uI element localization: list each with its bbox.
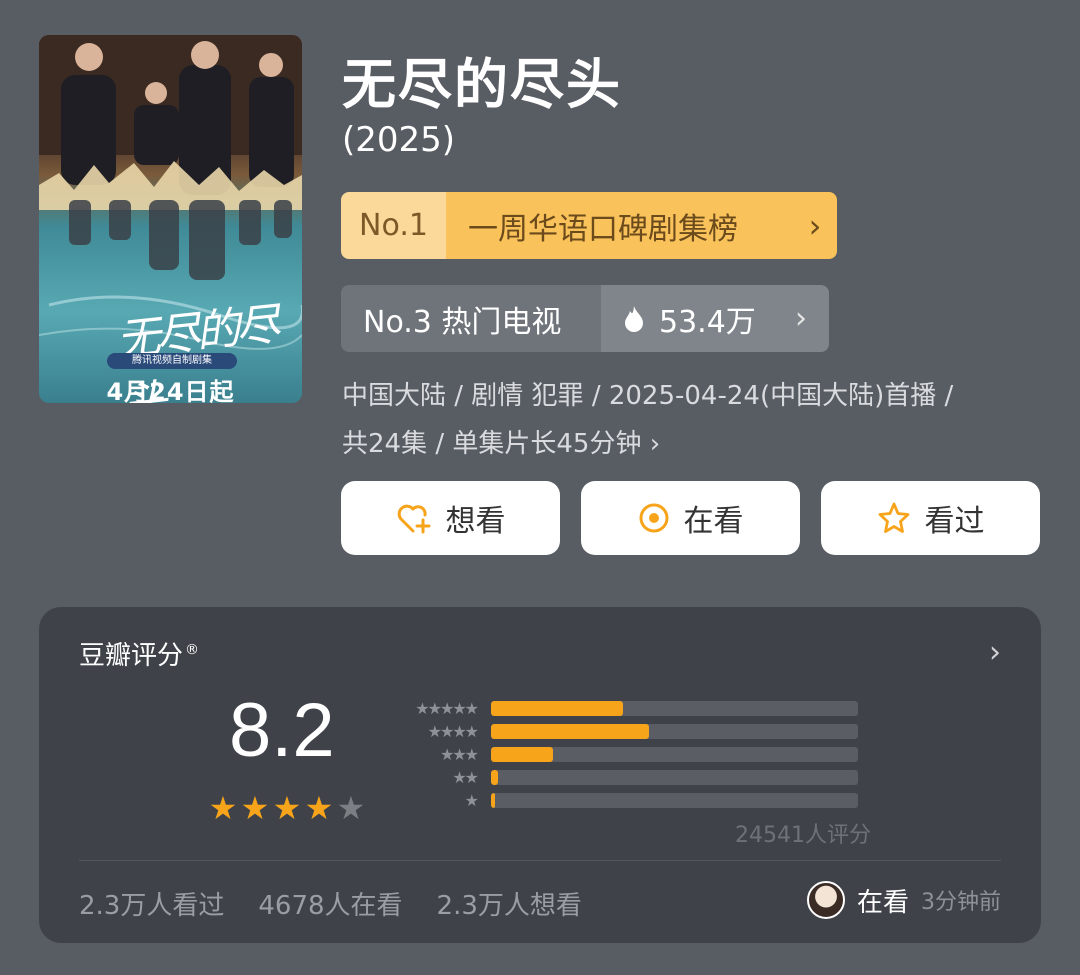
chevron-right-icon: › (793, 192, 837, 259)
popular-rank-label: No.3 热门电视 (341, 285, 601, 352)
watch-stats: 2.3万人看过 4678人在看 2.3万人想看 (79, 885, 582, 922)
chevron-right-icon[interactable]: › (989, 635, 1001, 670)
poster-image[interactable]: 无尽的尽头 腾讯视频自制剧集 4月24日起 (39, 35, 302, 403)
meta-line-1: 中国大陆 / 剧情 犯罪 / 2025-04-24(中国大陆)首播 / (342, 381, 954, 411)
friend-activity[interactable]: 在看 3分钟前 (806, 881, 1001, 919)
rating-bar-track (491, 770, 858, 785)
star-filled-icon: ★ (304, 789, 334, 827)
star-filled-icon: ★ (272, 789, 302, 827)
rating-bar-fill (491, 793, 495, 808)
heat-value: 53.4万 (659, 304, 756, 340)
rating-bar-fill (491, 770, 499, 785)
watched-count: 2.3万人看过 (79, 891, 225, 921)
rating-bar-fill (491, 747, 554, 762)
rating-bar-row: ★★★ (399, 743, 879, 766)
heat-index[interactable]: 53.4万 › (601, 285, 829, 352)
registered-mark: ® (185, 642, 200, 658)
rating-bar-track (491, 701, 858, 716)
watched-label: 看过 (924, 504, 985, 539)
show-year: (2025) (342, 120, 456, 160)
popular-tv-ranking[interactable]: No.3 热门电视 53.4万 › (341, 285, 829, 352)
poster-date: 4月24日起 (106, 378, 235, 403)
rating-bar-row: ★★★★★ (399, 697, 879, 720)
activity-status: 在看 (856, 887, 909, 918)
want-to-watch-label: 想看 (445, 504, 506, 539)
rating-stars: ★ ★ ★ ★ ★ (207, 789, 367, 827)
rating-bar-track (491, 793, 858, 808)
divider (79, 860, 1001, 861)
douban-rating-card[interactable]: 豆瓣评分 ® › 8.2 ★ ★ ★ ★ ★ ★★★★★ ★★★★ ★★★ ★★ ★ 24541人… (39, 607, 1041, 943)
rating-count: 24541人评分 (735, 823, 871, 848)
rating-bar-row: ★★★★ (399, 720, 879, 743)
show-meta[interactable]: 中国大陆 / 剧情 犯罪 / 2025-04-24(中国大陆)首播 / 共24集… (342, 372, 1032, 468)
poster-tag: 腾讯视频自制剧集 (107, 353, 237, 369)
chevron-right-icon: › (795, 301, 807, 336)
want-to-watch-button[interactable]: 想看 (341, 481, 560, 555)
want-count: 2.3万人想看 (436, 891, 582, 921)
flame-icon (625, 305, 643, 332)
star-empty-icon: ★ (336, 789, 366, 827)
meta-line-2[interactable]: 共24集 / 单集片长45分钟 › (342, 420, 1032, 468)
show-title: 无尽的尽头 (342, 53, 622, 116)
rating-title: 豆瓣评分 ® (79, 641, 200, 671)
rating-bar-fill (491, 724, 649, 739)
rating-bar-stars: ★★★★★ (415, 699, 479, 718)
rating-bar-track (491, 747, 858, 762)
rating-bar-stars: ★★★ (439, 745, 479, 764)
rank-number: No.1 (341, 192, 446, 259)
star-filled-icon: ★ (208, 789, 238, 827)
rating-bar-row: ★ (399, 789, 879, 812)
star-filled-icon: ★ (240, 789, 270, 827)
watching-count: 4678人在看 (258, 891, 403, 921)
rating-bar-row: ★★ (399, 766, 879, 789)
avatar (806, 881, 845, 919)
watching-label: 在看 (683, 504, 744, 539)
heart-plus-icon (397, 504, 430, 534)
target-icon (639, 503, 668, 533)
rating-score: 8.2 (229, 688, 335, 773)
weekly-chart-ranking[interactable]: No.1 一周华语口碑剧集榜 › (341, 192, 837, 259)
watched-button[interactable]: 看过 (821, 481, 1040, 555)
rating-bar-stars: ★ (464, 791, 479, 810)
rating-bar-fill (491, 701, 624, 716)
action-buttons: 想看 在看 看过 (341, 481, 1041, 555)
rating-bar-stars: ★★★★ (427, 722, 479, 741)
rating-distribution: ★★★★★ ★★★★ ★★★ ★★ ★ (399, 697, 879, 812)
rating-bar-stars: ★★ (452, 768, 479, 787)
watching-button[interactable]: 在看 (581, 481, 800, 555)
rating-bar-track (491, 724, 858, 739)
rank-label: 一周华语口碑剧集榜 (446, 192, 793, 259)
activity-time: 3分钟前 (921, 890, 1001, 915)
star-outline-icon (878, 502, 909, 533)
